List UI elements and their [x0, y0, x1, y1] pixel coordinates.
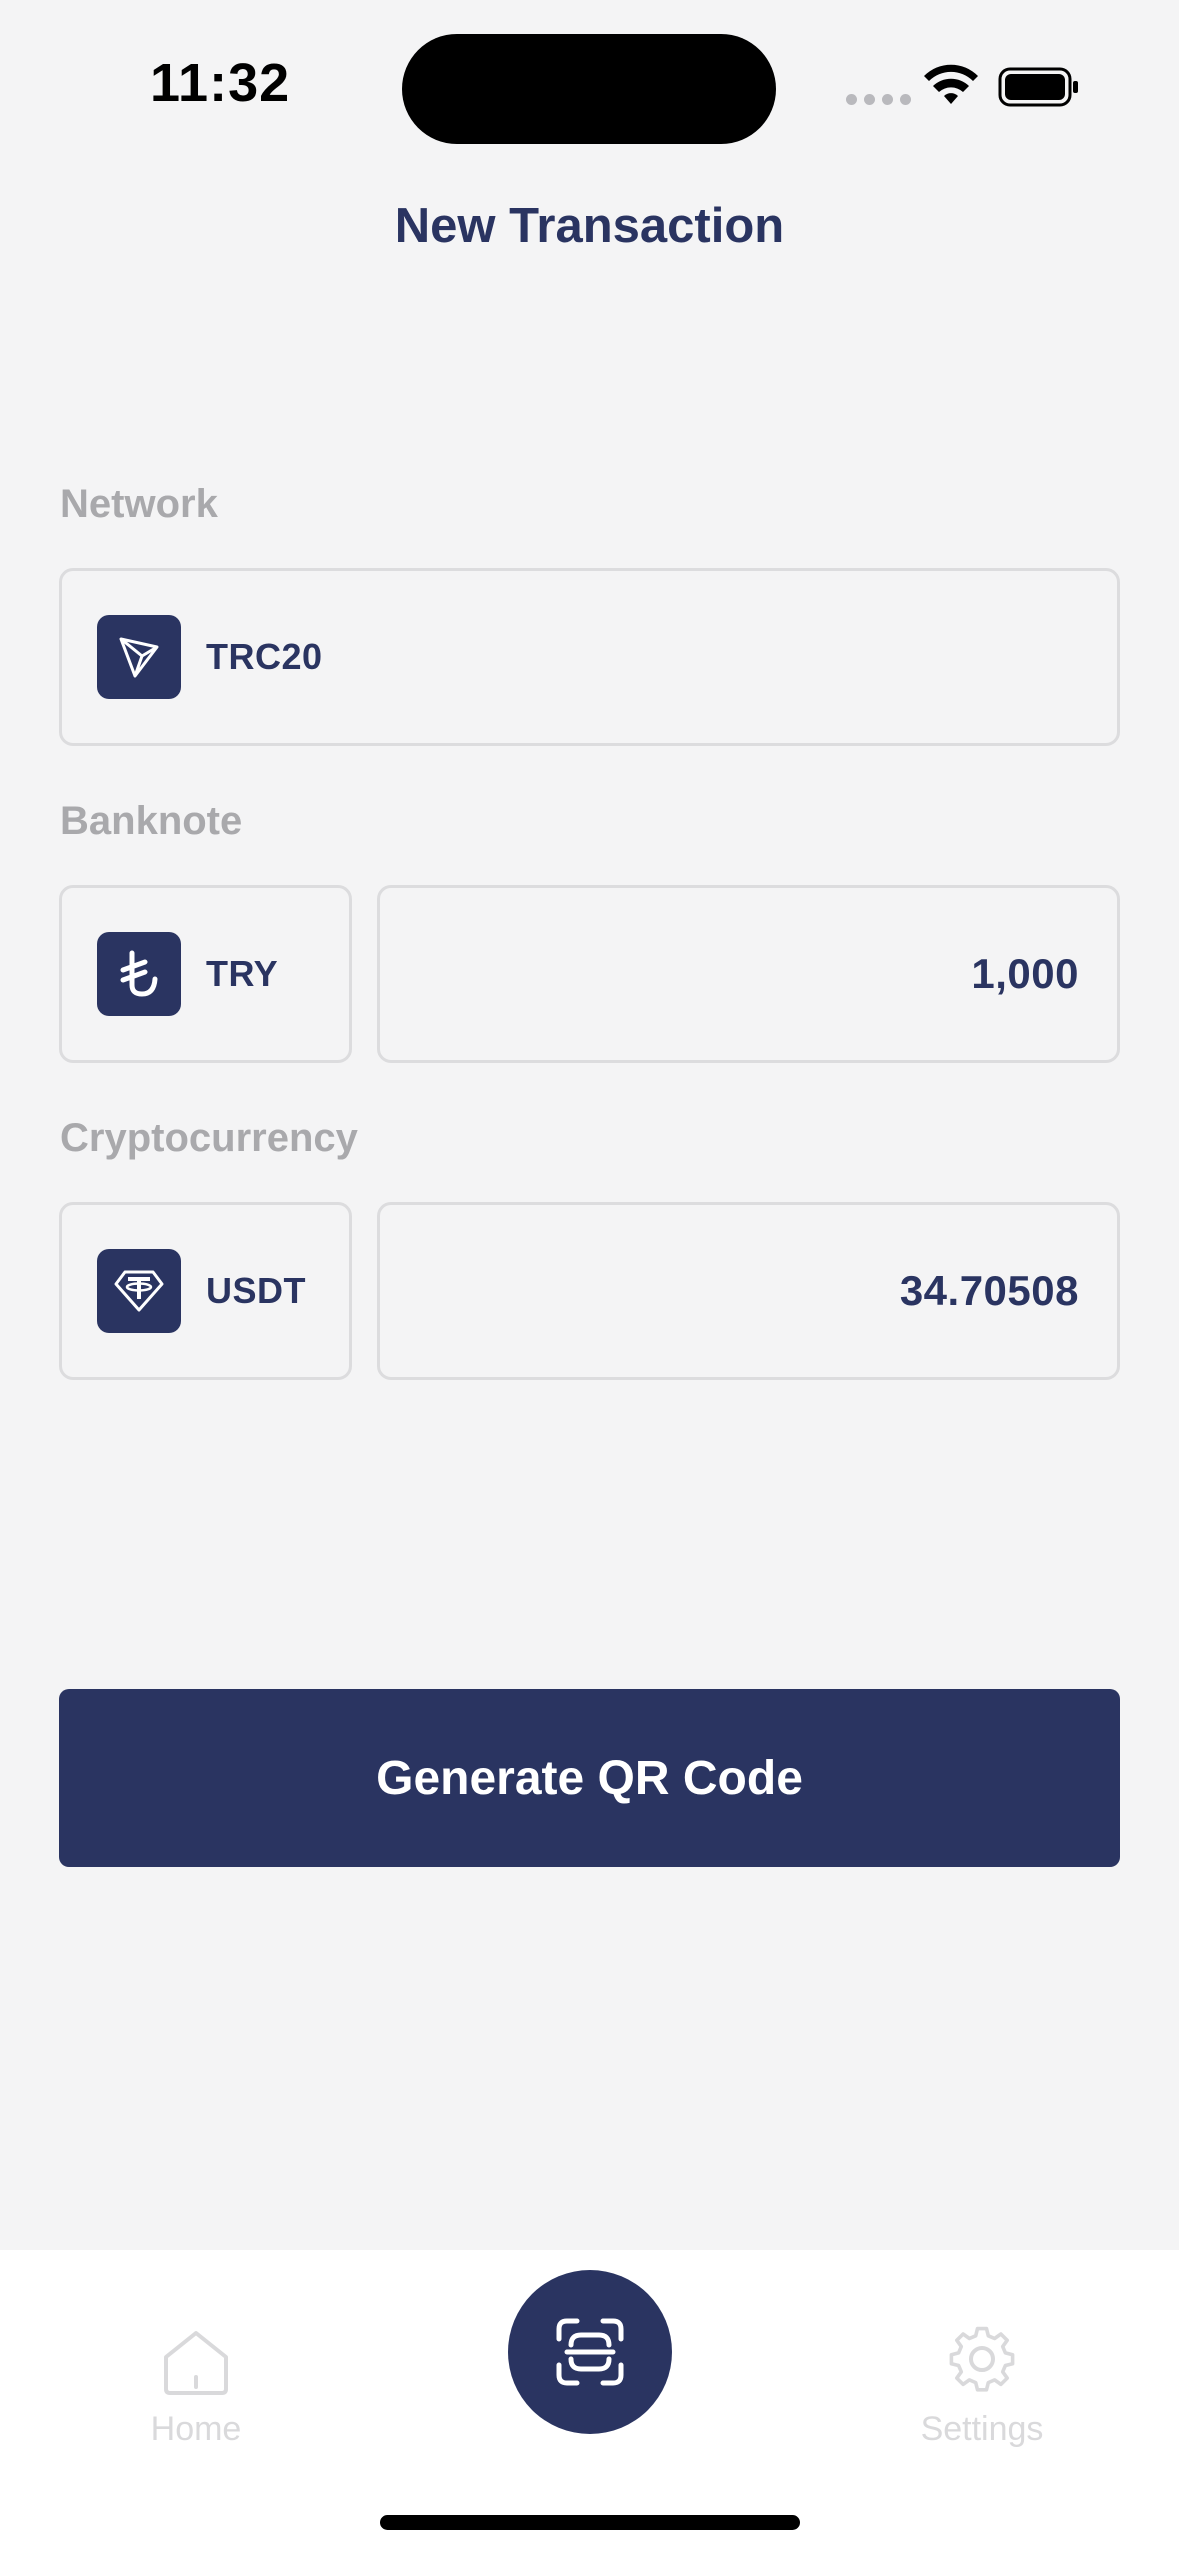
- home-indicator: [380, 2515, 800, 2530]
- tab-settings-label: Settings: [920, 2410, 1044, 2448]
- network-label: Network: [60, 482, 218, 526]
- network-selector[interactable]: TRC20: [59, 568, 1120, 746]
- crypto-currency-code: USDT: [206, 1270, 306, 1311]
- tab-home-label: Home: [150, 2410, 242, 2448]
- wifi-icon: [924, 64, 978, 104]
- banknote-amount-input[interactable]: 1,000: [377, 885, 1120, 1063]
- battery-icon: [998, 67, 1078, 107]
- scan-button[interactable]: [508, 2270, 672, 2434]
- crypto-amount-value: 34.70508: [899, 1267, 1079, 1314]
- tether-icon: [97, 1249, 181, 1333]
- crypto-amount-field[interactable]: 34.70508: [377, 1202, 1120, 1380]
- lira-icon: [97, 932, 181, 1016]
- banknote-currency-code: TRY: [206, 953, 279, 994]
- banknote-label: Banknote: [60, 799, 243, 843]
- network-code: TRC20: [206, 636, 323, 677]
- status-bar: 11:32: [0, 0, 1179, 180]
- gear-icon: [949, 2326, 1015, 2392]
- tab-bar: Home Settings: [0, 2250, 1179, 2556]
- scan-icon: [556, 2318, 624, 2386]
- status-time: 11:32: [150, 53, 291, 113]
- dynamic-island: [402, 34, 776, 144]
- tron-icon: [97, 615, 181, 699]
- page-title: New Transaction: [394, 199, 785, 253]
- tab-home[interactable]: Home: [76, 2325, 316, 2449]
- cellular-signal-icon: [846, 94, 911, 105]
- home-icon: [164, 2331, 228, 2395]
- cryptocurrency-label: Cryptocurrency: [60, 1116, 358, 1160]
- tab-settings[interactable]: Settings: [862, 2325, 1102, 2449]
- banknote-currency-selector[interactable]: TRY: [59, 885, 352, 1063]
- crypto-currency-selector[interactable]: USDT: [59, 1202, 352, 1380]
- banknote-amount-value: 1,000: [971, 950, 1079, 997]
- generate-qr-code-button[interactable]: Generate QR Code: [59, 1689, 1120, 1867]
